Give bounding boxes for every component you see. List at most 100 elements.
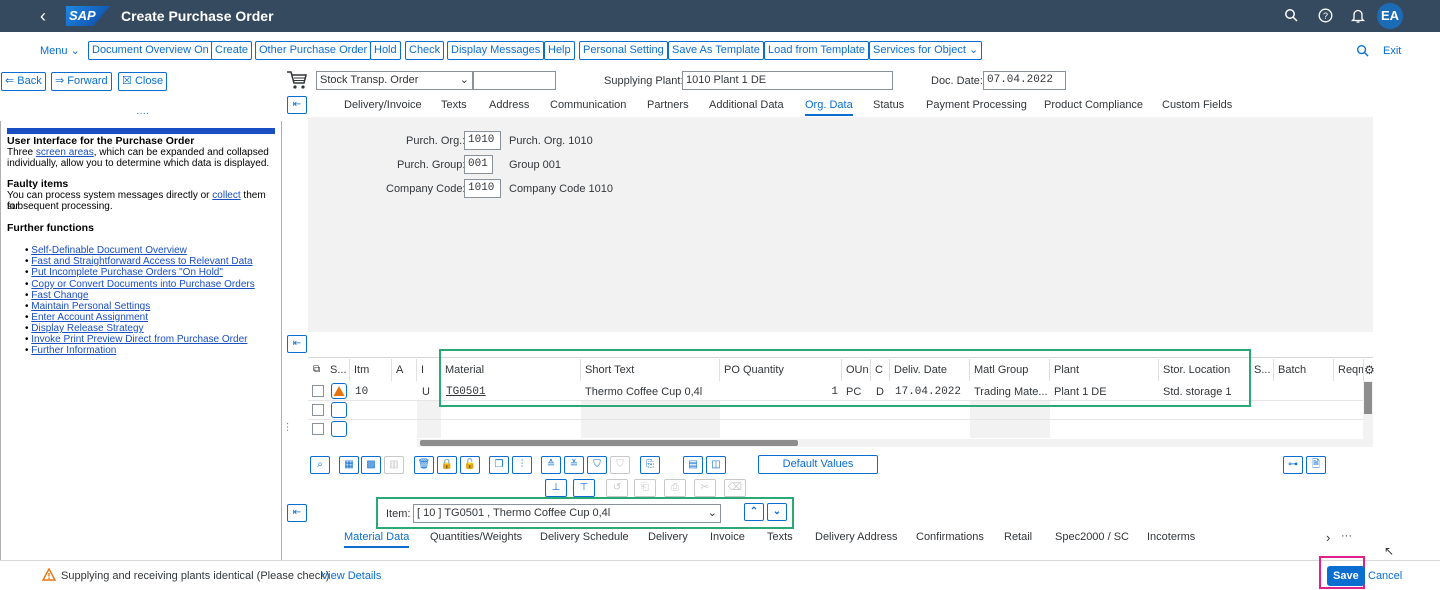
header-tab-communication[interactable]: Communication (550, 99, 626, 111)
column-header-batch[interactable]: Batch (1274, 359, 1334, 381)
export-icon[interactable]: ⎘ (640, 456, 660, 474)
header-tab-additional-data[interactable]: Additional Data (709, 99, 784, 111)
document-overview-button[interactable]: Document Overview On (88, 41, 213, 60)
screen-areas-link[interactable]: screen areas (36, 147, 94, 158)
company-code-input[interactable]: 1010 (464, 179, 501, 198)
paste-icon[interactable]: ⎗ (634, 479, 656, 497)
further-function-link[interactable]: Put Incomplete Purchase Orders "On Hold" (31, 267, 223, 278)
item-tab-delivery-address[interactable]: Delivery Address (815, 531, 898, 543)
zoom-icon[interactable]: ⌕ (310, 456, 330, 474)
create-button[interactable]: Create (211, 41, 253, 60)
select-all-items-icon[interactable]: ▦ (339, 456, 359, 474)
item-tab-confirmations[interactable]: Confirmations (916, 531, 984, 543)
purch-group-input[interactable]: 001 (464, 155, 493, 174)
purch-org-input[interactable]: 1010 (464, 131, 501, 150)
document-number-input[interactable] (473, 71, 556, 90)
header-tab-payment-processing[interactable]: Payment Processing (926, 99, 1027, 111)
doc-date-input[interactable]: 07.04.2022 (983, 71, 1066, 90)
select-block-icon[interactable]: ▥ (384, 456, 404, 474)
help-button[interactable]: Help (544, 41, 575, 60)
services-for-object-button[interactable]: Services for Object ⌄ (869, 41, 983, 60)
horizontal-scroll-thumb[interactable] (420, 440, 798, 446)
item-tab-delivery[interactable]: Delivery (648, 531, 688, 543)
collapse-item-detail-icon[interactable]: ⇤ (287, 504, 307, 522)
avatar[interactable]: EA (1377, 3, 1403, 29)
trash-icon[interactable]: ⌫ (724, 479, 746, 497)
settings-icon[interactable]: ⚙ (1364, 363, 1375, 377)
personal-setting-button[interactable]: Personal Setting (579, 41, 668, 60)
column-header-s[interactable]: S... (1250, 359, 1274, 381)
delete-icon[interactable]: 🗑 (414, 456, 434, 474)
undo-icon[interactable]: ↺ (606, 479, 628, 497)
back-button[interactable]: ⇐ Back (1, 72, 46, 91)
filter-off-icon[interactable]: ⛉ (610, 456, 630, 474)
order-type-select[interactable]: Stock Transp. Order ⌄ (316, 71, 473, 90)
deselect-items-icon[interactable]: ▩ (361, 456, 381, 474)
cut-icon[interactable]: ✂ (694, 479, 716, 497)
status-button[interactable] (331, 421, 347, 437)
item-tab-incoterms[interactable]: Incoterms (1147, 531, 1195, 543)
hierarchy-icon[interactable]: ⊶ (1283, 456, 1303, 474)
exit-link[interactable]: Exit (1383, 45, 1401, 57)
further-function-link[interactable]: Enter Account Assignment (31, 312, 148, 323)
lock-icon[interactable]: 🔒 (437, 456, 457, 474)
help-icon[interactable]: ? (1317, 8, 1333, 24)
search-icon[interactable] (1283, 8, 1299, 24)
column-header-i[interactable]: I (417, 359, 441, 381)
clipboard-icon[interactable]: ⎙ (664, 479, 686, 497)
sort-descending-icon[interactable]: ≚ (564, 456, 584, 474)
menu-button[interactable]: Menu ⌄ (40, 44, 80, 57)
details-icon[interactable]: ▤ (683, 456, 703, 474)
close-button[interactable]: ☒ Close (118, 72, 168, 91)
header-tab-custom-fields[interactable]: Custom Fields (1162, 99, 1232, 111)
load-from-template-button[interactable]: Load from Template (764, 41, 870, 60)
save-as-template-button[interactable]: Save As Template (668, 41, 764, 60)
document-icon[interactable]: 🗎 (1306, 456, 1326, 474)
item-tab-retail[interactable]: Retail (1004, 531, 1032, 543)
forward-button[interactable]: ⇒ Forward (51, 72, 112, 91)
item-tab-quantities-weights[interactable]: Quantities/Weights (430, 531, 522, 543)
warning-status-icon[interactable] (331, 383, 347, 399)
hold-button[interactable]: Hold (370, 41, 401, 60)
structure-icon[interactable]: ⊥ (545, 479, 567, 497)
row-select-checkbox[interactable] (312, 423, 324, 435)
header-tab-org-data[interactable]: Org. Data (805, 99, 853, 116)
further-function-link[interactable]: Self-Definable Document Overview (31, 245, 187, 256)
back-icon[interactable]: ‹ (40, 7, 46, 25)
further-function-link[interactable]: Maintain Personal Settings (31, 301, 150, 312)
tabs-scroll-right-icon[interactable]: › (1326, 530, 1330, 545)
item-tab-spec2000-sc[interactable]: Spec2000 / SC (1055, 531, 1129, 543)
further-function-link[interactable]: Copy or Convert Documents into Purchase … (31, 279, 254, 290)
column-header-a[interactable]: A (392, 359, 417, 381)
copy-icon[interactable]: ❐ (489, 456, 509, 474)
split-icon[interactable]: ⫶ (512, 456, 532, 474)
column-header-itm[interactable]: Itm (350, 359, 392, 381)
splitter-handle[interactable]: ···· (136, 108, 149, 119)
tabs-overflow-icon[interactable]: ··· (1341, 530, 1352, 542)
collect-link[interactable]: collect (212, 190, 240, 201)
header-tab-delivery-invoice[interactable]: Delivery/Invoice (344, 99, 422, 111)
item-tab-material-data[interactable]: Material Data (344, 531, 410, 548)
save-button[interactable]: Save (1327, 566, 1365, 586)
default-values-button[interactable]: Default Values (758, 455, 878, 474)
further-function-link[interactable]: Display Release Strategy (31, 323, 143, 334)
cancel-button[interactable]: Cancel (1368, 570, 1402, 582)
change-layout-icon[interactable]: ◫ (706, 456, 726, 474)
further-function-link[interactable]: Fast and Straightforward Access to Relev… (31, 256, 252, 267)
unlock-icon[interactable]: 🔓 (460, 456, 480, 474)
header-tab-address[interactable]: Address (489, 99, 529, 111)
header-tab-texts[interactable]: Texts (441, 99, 467, 111)
supplying-plant-input[interactable]: 1010 Plant 1 DE (682, 71, 893, 90)
row-select-checkbox[interactable] (312, 385, 324, 397)
search-icon[interactable] (1356, 44, 1369, 60)
header-tab-partners[interactable]: Partners (647, 99, 689, 111)
collapse-items-icon[interactable]: ⇤ (287, 335, 307, 353)
pane-splitter-handle[interactable]: ··· (282, 422, 293, 432)
header-tab-status[interactable]: Status (873, 99, 904, 111)
sort-ascending-icon[interactable]: ≙ (541, 456, 561, 474)
other-purchase-order-button[interactable]: Other Purchase Order (255, 41, 372, 60)
check-button[interactable]: Check (405, 41, 445, 60)
item-tab-delivery-schedule[interactable]: Delivery Schedule (540, 531, 629, 543)
select-all-icon[interactable]: ⧉ (313, 364, 325, 376)
header-tab-product-compliance[interactable]: Product Compliance (1044, 99, 1143, 111)
